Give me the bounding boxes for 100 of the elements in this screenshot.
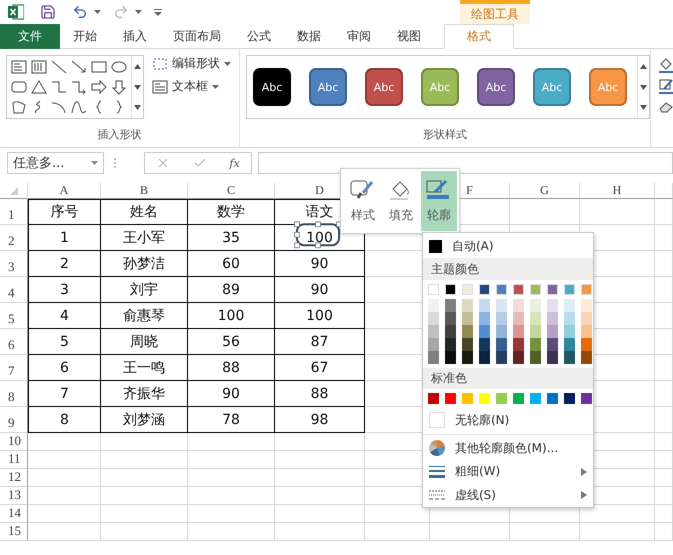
empty-cell[interactable] bbox=[580, 199, 655, 225]
empty-cell[interactable] bbox=[655, 329, 673, 355]
color-swatch[interactable] bbox=[428, 393, 439, 404]
column-header[interactable]: G bbox=[540, 183, 549, 198]
ribbon-tab[interactable]: 数据 bbox=[284, 24, 334, 49]
shape-style-preset[interactable]: Abc bbox=[365, 68, 403, 106]
menu-item[interactable]: 其他轮廓颜色(M)... bbox=[423, 436, 593, 460]
row-header[interactable]: 13 bbox=[0, 487, 28, 505]
color-swatch[interactable] bbox=[513, 393, 524, 404]
column-header[interactable]: H bbox=[612, 183, 622, 198]
row-header[interactable]: 10 bbox=[0, 433, 28, 451]
color-swatch[interactable] bbox=[581, 338, 592, 351]
insert-function-button[interactable]: fx bbox=[229, 156, 240, 170]
color-swatch[interactable] bbox=[581, 284, 592, 295]
color-swatch[interactable] bbox=[428, 284, 439, 295]
edit-shape-button[interactable]: 编辑形状 bbox=[152, 55, 231, 72]
color-swatch[interactable] bbox=[428, 338, 439, 351]
color-swatch[interactable] bbox=[428, 324, 439, 338]
down-arrow-icon[interactable] bbox=[110, 79, 128, 95]
text-box-button[interactable]: 文本框 bbox=[152, 78, 231, 95]
empty-cell[interactable] bbox=[655, 433, 673, 451]
column-header[interactable]: B bbox=[140, 183, 148, 198]
empty-cell[interactable] bbox=[28, 451, 101, 469]
column-header[interactable]: F bbox=[466, 183, 473, 198]
vertical-text-box-icon[interactable] bbox=[30, 59, 48, 75]
undo-icon[interactable] bbox=[72, 4, 88, 20]
empty-cell[interactable] bbox=[655, 251, 673, 277]
row-header[interactable]: 11 bbox=[0, 451, 28, 469]
color-swatch[interactable] bbox=[513, 284, 524, 295]
color-swatch[interactable] bbox=[530, 284, 541, 295]
empty-cell[interactable] bbox=[655, 407, 673, 433]
right-arrow-icon[interactable] bbox=[90, 79, 108, 95]
table-cell[interactable]: 刘梦涵 bbox=[101, 407, 188, 433]
color-swatch[interactable] bbox=[445, 338, 456, 351]
row-header[interactable]: 15 bbox=[0, 523, 28, 541]
oval-icon[interactable] bbox=[110, 59, 128, 75]
scroll-down-icon[interactable] bbox=[134, 84, 141, 90]
empty-cell[interactable] bbox=[655, 487, 673, 505]
table-cell[interactable]: 88 bbox=[275, 381, 365, 407]
table-cell[interactable]: 6 bbox=[28, 355, 101, 381]
pen-icon[interactable] bbox=[659, 79, 673, 95]
shape-style-preset[interactable]: Abc bbox=[253, 68, 291, 106]
shapes-gallery[interactable] bbox=[6, 55, 144, 119]
color-swatch[interactable] bbox=[530, 393, 541, 404]
ribbon-tab[interactable]: 插入 bbox=[110, 24, 160, 49]
table-cell[interactable]: 7 bbox=[28, 381, 101, 407]
color-swatch[interactable] bbox=[445, 324, 456, 338]
ribbon-tab[interactable]: 开始 bbox=[60, 24, 110, 49]
color-swatch[interactable] bbox=[479, 338, 490, 351]
ribbon-tab[interactable]: 视图 bbox=[384, 24, 434, 49]
table-cell[interactable]: 序号 bbox=[28, 199, 101, 225]
empty-cell[interactable] bbox=[188, 451, 275, 469]
color-swatch[interactable] bbox=[547, 350, 558, 364]
table-cell[interactable]: 4 bbox=[28, 303, 101, 329]
color-swatch[interactable] bbox=[547, 338, 558, 351]
color-swatch[interactable] bbox=[513, 338, 524, 351]
row-header[interactable]: 4 bbox=[0, 277, 28, 303]
table-cell[interactable]: 周晓 bbox=[101, 329, 188, 355]
table-cell[interactable]: 88 bbox=[188, 355, 275, 381]
empty-cell[interactable] bbox=[275, 433, 365, 451]
shape-style-preset[interactable]: Abc bbox=[309, 68, 347, 106]
empty-cell[interactable] bbox=[101, 487, 188, 505]
color-swatch[interactable] bbox=[462, 350, 473, 364]
empty-cell[interactable] bbox=[580, 523, 655, 541]
table-cell[interactable]: 姓名 bbox=[101, 199, 188, 225]
table-cell[interactable]: 100 bbox=[188, 303, 275, 329]
empty-cell[interactable] bbox=[655, 505, 673, 523]
row-header[interactable]: 12 bbox=[0, 469, 28, 487]
color-swatch[interactable] bbox=[547, 393, 558, 404]
empty-cell[interactable] bbox=[430, 523, 510, 541]
empty-cell[interactable] bbox=[28, 487, 101, 505]
color-swatch[interactable] bbox=[479, 284, 490, 295]
table-cell[interactable]: 89 bbox=[188, 277, 275, 303]
color-swatch[interactable] bbox=[564, 393, 575, 404]
color-swatch[interactable] bbox=[530, 350, 541, 364]
row-header[interactable]: 3 bbox=[0, 251, 28, 277]
empty-cell[interactable] bbox=[101, 469, 188, 487]
scroll-up-icon[interactable] bbox=[134, 64, 141, 69]
empty-cell[interactable] bbox=[655, 277, 673, 303]
color-swatch[interactable] bbox=[462, 393, 473, 404]
column-header[interactable]: C bbox=[226, 183, 235, 198]
table-cell[interactable]: 数学 bbox=[188, 199, 275, 225]
color-swatch[interactable] bbox=[496, 393, 507, 404]
column-header[interactable]: D bbox=[315, 183, 324, 198]
redo-icon[interactable] bbox=[113, 4, 129, 20]
color-swatch[interactable] bbox=[479, 312, 490, 325]
mini-toolbar-button[interactable]: 轮廓 bbox=[421, 171, 457, 231]
color-swatch[interactable] bbox=[445, 312, 456, 325]
color-swatch[interactable] bbox=[530, 338, 541, 351]
color-swatch[interactable] bbox=[479, 393, 490, 404]
color-swatch[interactable] bbox=[581, 350, 592, 364]
row-header[interactable]: 2 bbox=[0, 225, 28, 251]
empty-cell[interactable] bbox=[655, 381, 673, 407]
ribbon-tab[interactable]: 文件 bbox=[0, 24, 60, 49]
arrow-line-icon[interactable] bbox=[70, 59, 88, 75]
table-cell[interactable]: 孙梦洁 bbox=[101, 251, 188, 277]
shape-style-preset[interactable]: Abc bbox=[477, 68, 515, 106]
row-header[interactable]: 1 bbox=[0, 199, 28, 225]
color-swatch[interactable] bbox=[428, 298, 439, 312]
color-swatch[interactable] bbox=[496, 350, 507, 364]
